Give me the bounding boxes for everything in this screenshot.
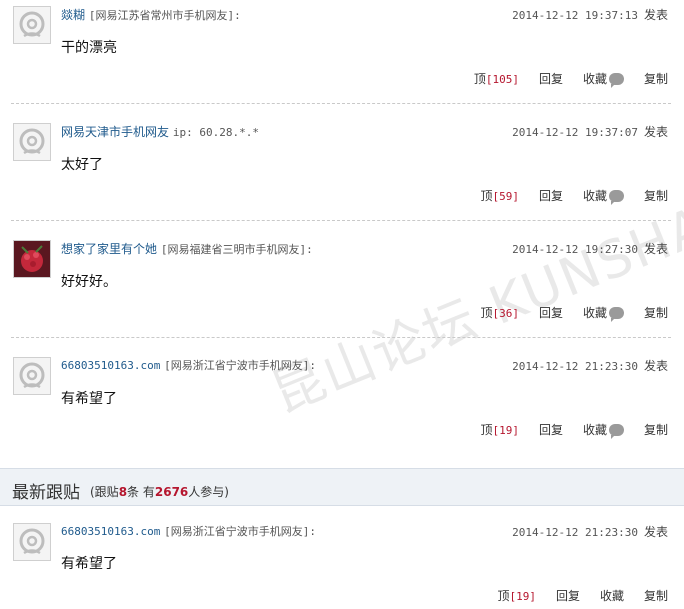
upvote-count: [105] [485,73,519,86]
section-title: 最新跟贴 [12,483,80,503]
watermark: 昆山论坛 KUNSHAN BBS [263,132,684,425]
user-ip: ip: 60.28.*.* [172,126,259,139]
post-count: 8 [118,485,128,499]
post-time: 2014-12-12 19:37:07 [512,126,638,139]
copy-button[interactable]: 复制 [644,187,668,204]
post-time: 2014-12-12 21:23:30 [512,360,638,373]
post-time: 2014-12-12 19:37:13 [512,9,638,22]
comment-bubble-icon[interactable] [608,72,624,88]
comment-bubble-icon[interactable] [608,306,624,322]
avatar[interactable] [13,6,51,44]
comment-actions: 顶[19] 回复 收藏 复制 [480,421,668,439]
timestamp: 2014-12-12 19:37:07 发表 [512,123,668,140]
reply-button[interactable]: 回复 [556,587,580,604]
upvote-button[interactable]: 顶[19] [497,587,536,604]
stats-prefix: (跟贴 [90,485,119,499]
comment-bubble-icon[interactable] [608,423,624,439]
timestamp: 2014-12-12 21:23:30 发表 [512,523,668,540]
post-time: 2014-12-12 19:27:30 [512,243,638,256]
comment-bubble-icon[interactable] [608,189,624,205]
avatar[interactable] [13,240,51,278]
copy-button[interactable]: 复制 [644,304,668,321]
avatar[interactable] [13,123,51,161]
username-link[interactable]: 网易天津市手机网友 [61,125,169,139]
upvote-label: 顶 [497,589,510,603]
upvote-count: [59] [492,190,519,203]
user-location: [网易浙江省宁波市手机网友]: [164,359,317,372]
comment-content: 太好了 [61,157,103,173]
upvote-count: [19] [492,424,519,437]
comment-content: 好好好。 [61,274,117,290]
username-link[interactable]: 66803510163.com [61,359,160,372]
publish-label: 发表 [643,359,668,373]
upvote-label: 顶 [480,423,493,437]
favorite-button[interactable]: 收藏 [583,421,607,438]
comment-meta: 66803510163.com [网易浙江省宁波市手机网友]: [61,523,316,539]
publish-label: 发表 [643,525,668,539]
section-stats: (跟贴8条 有2676人参与) [90,483,229,500]
username-link[interactable]: 燚糊 [61,8,85,22]
comment-actions: 顶[36] 回复 收藏 复制 [480,304,668,322]
post-time: 2014-12-12 21:23:30 [512,526,638,539]
comment-meta: 66803510163.com [网易浙江省宁波市手机网友]: [61,357,316,373]
upvote-count: [36] [492,307,519,320]
publish-label: 发表 [643,242,668,256]
user-location: [网易福建省三明市手机网友]: [160,243,313,256]
timestamp: 2014-12-12 19:27:30 发表 [512,240,668,257]
stats-suffix: 人参与) [188,485,229,499]
comment-content: 有希望了 [61,391,117,407]
reply-button[interactable]: 回复 [539,187,563,204]
copy-button[interactable]: 复制 [644,70,668,87]
favorite-button[interactable]: 收藏 [600,587,624,604]
reply-button[interactable]: 回复 [539,70,563,87]
upvote-button[interactable]: 顶[19] [480,421,519,438]
username-link[interactable]: 66803510163.com [61,525,160,538]
comment-content: 有希望了 [61,556,117,572]
upvote-button[interactable]: 顶[59] [480,187,519,204]
reply-button[interactable]: 回复 [539,304,563,321]
participant-count: 2676 [154,485,189,499]
user-location: [网易浙江省宁波市手机网友]: [164,525,317,538]
comment-content: 干的漂亮 [61,40,117,56]
upvote-button[interactable]: 顶[36] [480,304,519,321]
timestamp: 2014-12-12 21:23:30 发表 [512,357,668,374]
comment-meta: 网易天津市手机网友 ip: 60.28.*.* [61,123,259,140]
divider [11,103,671,104]
upvote-label: 顶 [473,72,486,86]
comment-meta: 燚糊 [网易江苏省常州市手机网友]: [61,6,241,23]
user-location: [网易江苏省常州市手机网友]: [88,9,241,22]
comment-actions: 顶[19] 回复 收藏 复制 [497,587,668,604]
upvote-label: 顶 [480,306,493,320]
divider [11,337,671,338]
reply-button[interactable]: 回复 [539,421,563,438]
divider [11,220,671,221]
latest-comments-header: 最新跟贴 (跟贴8条 有2676人参与) [0,468,684,506]
favorite-button[interactable]: 收藏 [583,70,607,87]
avatar[interactable] [13,523,51,561]
comment-meta: 想家了家里有个她 [网易福建省三明市手机网友]: [61,240,313,257]
timestamp: 2014-12-12 19:37:13 发表 [512,6,668,23]
publish-label: 发表 [643,8,668,22]
avatar[interactable] [13,357,51,395]
comment-actions: 顶[105] 回复 收藏 复制 [474,70,668,88]
favorite-button[interactable]: 收藏 [583,187,607,204]
copy-button[interactable]: 复制 [644,421,668,438]
publish-label: 发表 [643,125,668,139]
favorite-button[interactable]: 收藏 [583,304,607,321]
username-link[interactable]: 想家了家里有个她 [61,242,157,256]
stats-mid: 条 有 [127,485,155,499]
upvote-label: 顶 [480,189,493,203]
copy-button[interactable]: 复制 [644,587,668,604]
upvote-count: [19] [509,590,536,603]
upvote-button[interactable]: 顶[105] [474,70,519,87]
comment-actions: 顶[59] 回复 收藏 复制 [480,187,668,205]
